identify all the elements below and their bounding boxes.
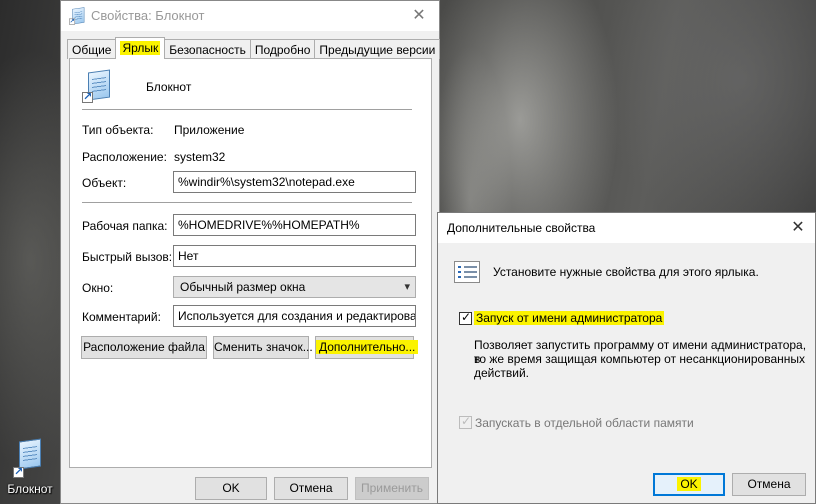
tab-strip: Общие Ярлык Безопасность Подробно Предыд… [67,37,441,59]
cancel-button[interactable]: Отмена [274,477,348,500]
divider [82,109,412,110]
tab-general[interactable]: Общие [67,39,117,59]
target-label: Объект: [82,176,127,190]
desktop-icon-label: Блокнот [7,482,53,496]
dialog-ok-button[interactable]: OK [653,473,725,496]
chevron-down-icon: ▾ [404,281,410,293]
change-icon-button[interactable]: Сменить значок... [213,336,313,359]
advanced-properties-dialog: Дополнительные свойства ✕ Установите нуж… [437,212,816,504]
window-size-value: Обычный размер окна [180,280,306,294]
tab-previous-versions[interactable]: Предыдущие версии [314,39,441,59]
desktop-shortcut-notepad[interactable]: Блокнот [2,438,58,496]
ok-button[interactable]: OK [195,477,267,500]
properties-window: Свойства: Блокнот ✕ Общие Ярлык Безопасн… [60,0,441,504]
location-label: Расположение: [82,150,167,164]
separate-memory-label: Запускать в отдельной области памяти [475,416,694,430]
separate-memory-checkbox[interactable] [459,414,472,429]
shortcut-name: Блокнот [146,80,192,94]
hotkey-field[interactable]: Нет [173,245,416,267]
workdir-field[interactable]: %HOMEDRIVE%%HOMEPATH% [173,214,416,236]
description-line-2: то же время защищая компьютер от несанкц… [474,352,805,366]
tab-shortcut[interactable]: Ярлык [115,37,166,59]
target-field[interactable]: %windir%\system32\notepad.exe [173,171,416,193]
run-as-admin-label[interactable]: Запуск от имени администратора [474,311,665,325]
dialog-cancel-button[interactable]: Отмена [732,473,806,496]
comment-label: Комментарий: [82,310,161,324]
close-icon[interactable]: ✕ [399,1,439,31]
notepad-icon [82,69,116,103]
description-line-3: действий. [474,366,529,380]
tab-security[interactable]: Безопасность [164,39,251,59]
open-file-location-button[interactable]: Расположение файла [81,336,207,359]
comment-field[interactable]: Используется для создания и редактирован… [173,305,416,327]
type-value: Приложение [174,123,245,137]
notepad-icon [69,7,86,25]
instruction-text: Установите нужные свойства для этого ярл… [493,265,759,279]
title-bar[interactable]: Свойства: Блокнот ✕ [61,1,439,31]
tab-details[interactable]: Подробно [249,39,316,59]
hotkey-label: Быстрый вызов: [82,250,173,264]
dialog-title: Дополнительные свойства [447,221,596,235]
advanced-button[interactable]: Дополнительно... [315,336,419,359]
shortcut-tab-panel: Блокнот Тип объекта: Приложение Располож… [69,58,432,468]
divider [82,202,412,203]
properties-list-icon [454,261,480,283]
close-icon[interactable]: ✕ [781,213,815,243]
workdir-label: Рабочая папка: [82,219,168,233]
notepad-icon [13,438,47,478]
window-size-select[interactable]: Обычный размер окна ▾ [173,276,416,298]
location-value: system32 [174,150,226,164]
type-label: Тип объекта: [82,123,154,137]
dialog-title-bar[interactable]: Дополнительные свойства ✕ [438,213,815,243]
apply-button[interactable]: Применить [355,477,429,500]
window-label: Окно: [82,281,114,295]
run-as-admin-checkbox[interactable] [459,310,472,325]
window-title: Свойства: Блокнот [91,8,205,23]
